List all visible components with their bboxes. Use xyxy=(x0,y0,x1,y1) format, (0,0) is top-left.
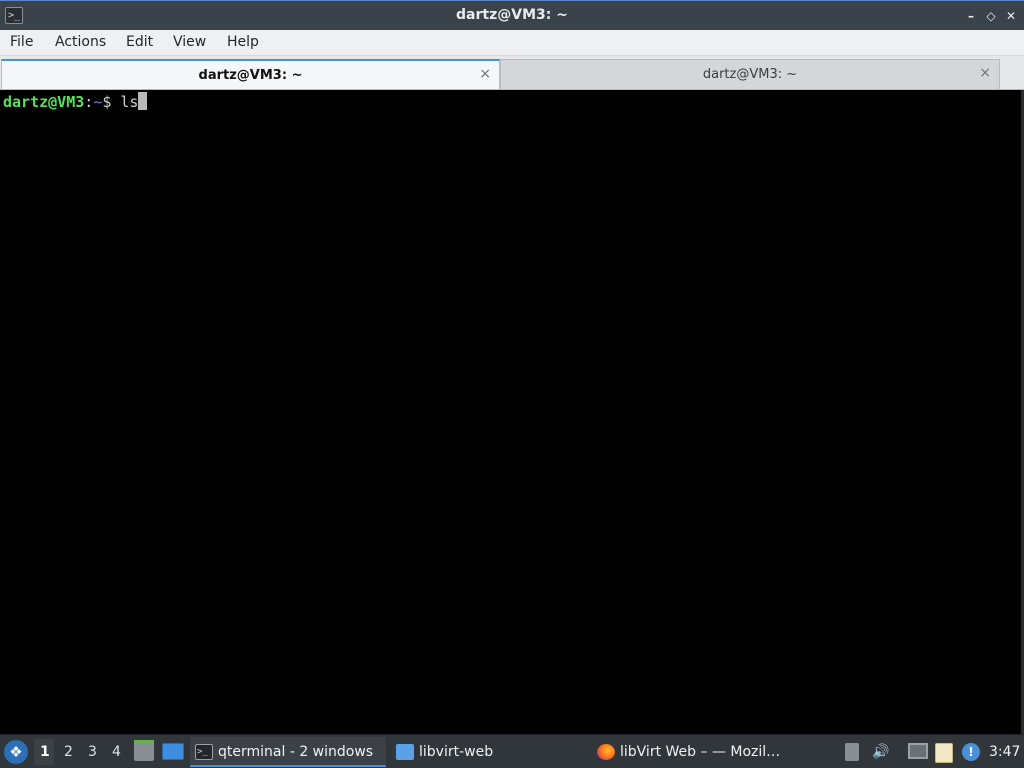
folder-icon xyxy=(396,744,414,760)
window-title: dartz@VM3: ~ xyxy=(456,7,568,23)
terminal-area[interactable]: dartz@VM3:~$ ls xyxy=(0,90,1021,734)
typed-command: ls xyxy=(120,93,139,111)
text-cursor xyxy=(138,92,148,110)
menu-view[interactable]: View xyxy=(173,34,206,50)
clock[interactable]: 3:47 xyxy=(989,744,1020,760)
start-menu-icon[interactable]: ❖ xyxy=(4,740,28,764)
task-label: qterminal - 2 windows xyxy=(218,744,374,760)
workspace-4[interactable]: 4 xyxy=(112,744,121,760)
task-libvirt-web-folder[interactable]: libvirt-web xyxy=(391,737,581,767)
show-desktop-icon[interactable] xyxy=(162,743,184,760)
tab-terminal-1[interactable]: dartz@VM3: ~ × xyxy=(1,59,500,89)
workspace-2[interactable]: 2 xyxy=(64,744,73,760)
clipboard-icon[interactable] xyxy=(935,743,953,763)
notification-icon[interactable]: ! xyxy=(962,743,980,761)
task-firefox[interactable]: libVirt Web – — Mozil… xyxy=(592,737,792,767)
network-icon[interactable] xyxy=(908,743,928,759)
tab-close-icon[interactable]: × xyxy=(479,66,491,82)
task-label: libvirt-web xyxy=(419,744,494,760)
firefox-icon xyxy=(597,744,615,760)
minimize-button[interactable]: – xyxy=(962,7,980,25)
menu-actions[interactable]: Actions xyxy=(55,34,106,50)
prompt-separator: : xyxy=(84,93,94,111)
taskbar: ❖ 1 2 3 4 >_ qterminal - 2 windows libvi… xyxy=(0,734,1024,768)
updates-icon[interactable] xyxy=(845,743,859,761)
tab-bar: dartz@VM3: ~ × dartz@VM3: ~ × xyxy=(0,56,1024,90)
prompt-path: ~ xyxy=(93,93,103,111)
task-label: libVirt Web – — Mozil… xyxy=(620,744,781,760)
tab-label: dartz@VM3: ~ xyxy=(702,67,798,82)
prompt-user: dartz@VM3 xyxy=(3,93,85,111)
tab-close-icon[interactable]: × xyxy=(979,65,991,81)
window-titlebar[interactable]: >_ dartz@VM3: ~ – ◇ ✕ xyxy=(0,0,1024,30)
tab-label: dartz@VM3: ~ xyxy=(198,68,303,83)
menu-file[interactable]: File xyxy=(10,34,33,50)
menu-edit[interactable]: Edit xyxy=(126,34,153,50)
file-manager-icon[interactable] xyxy=(134,740,154,761)
terminal-icon: >_ xyxy=(195,744,213,760)
prompt-dollar: $ xyxy=(102,93,121,111)
menu-bar: File Actions Edit View Help xyxy=(0,30,1024,56)
workspace-3[interactable]: 3 xyxy=(88,744,97,760)
menu-help[interactable]: Help xyxy=(227,34,259,50)
maximize-button[interactable]: ◇ xyxy=(982,7,1000,25)
tab-terminal-2[interactable]: dartz@VM3: ~ × xyxy=(500,59,1000,89)
close-window-button[interactable]: ✕ xyxy=(1002,7,1020,25)
workspace-1[interactable]: 1 xyxy=(40,744,50,760)
task-qterminal[interactable]: >_ qterminal - 2 windows xyxy=(190,737,386,767)
volume-icon[interactable]: 🔊 xyxy=(872,744,889,760)
prompt-line: dartz@VM3:~$ ls xyxy=(3,92,1018,112)
